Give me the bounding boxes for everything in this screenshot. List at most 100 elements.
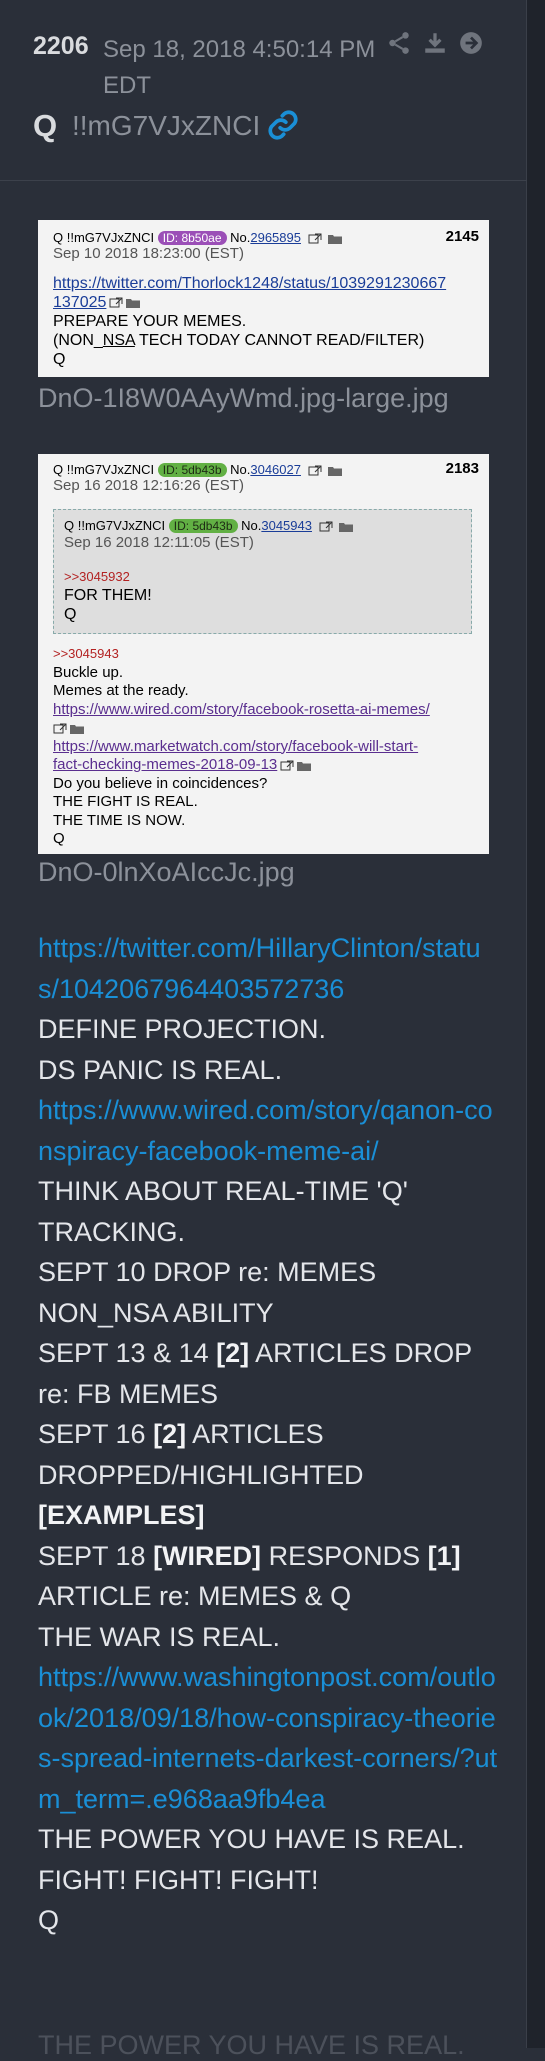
washingtonpost-link[interactable]: https://www.washingtonpost.com/outlook/2… — [38, 1657, 498, 1819]
body-text: (NON_ — [53, 332, 103, 349]
folder-icon[interactable] — [70, 723, 84, 734]
tweet-link[interactable]: https://twitter.com/Thorlock1248/status/… — [53, 275, 446, 292]
meta-name: Q — [64, 518, 75, 533]
arrow-right-circle-icon[interactable] — [458, 30, 484, 56]
body-line: NON_NSA ABILITY — [38, 1297, 274, 1328]
tweet-link-cont[interactable]: 137025 — [53, 294, 106, 311]
wired-link[interactable]: https://www.wired.com/story/facebook-ros… — [53, 701, 430, 718]
body-line: DEFINE PROJECTION. — [38, 1014, 327, 1044]
post-meta: Q !!mG7VJxZNCI ID: 8b50ae No.2965895 — [53, 230, 343, 245]
post-body: >>3045943 Buckle up. Memes at the ready.… — [53, 645, 483, 849]
post-date: Sep 16 2018 12:16:26 (EST) — [53, 477, 244, 494]
share-icon[interactable] — [386, 30, 412, 56]
post-body-main: https://twitter.com/HillaryClinton/statu… — [38, 928, 498, 1941]
body-text: SEPT 18 — [38, 1540, 154, 1571]
signature: Q — [64, 606, 77, 623]
external-link-icon[interactable] — [308, 233, 322, 244]
body-line: SEPT 13 & 14 [2] ARTICLES DROP re: FB ME… — [38, 1333, 498, 1414]
post-body: https://twitter.com/Thorlock1248/status/… — [53, 274, 483, 369]
body-text: ARTICLE re: MEMES & Q — [38, 1581, 352, 1611]
folder-icon[interactable] — [339, 521, 354, 533]
twitter-link[interactable]: https://twitter.com/HillaryClinton/statu… — [38, 928, 498, 1009]
folder-icon[interactable] — [328, 465, 343, 477]
reply-reference[interactable]: >>3045932 — [64, 567, 152, 586]
body-text: NSA — [102, 332, 135, 349]
body-line-cutoff: THE POWER YOU HAVE IS REAL. — [38, 2030, 465, 2060]
bold-text: [WIRED] — [153, 1540, 262, 1571]
quoted-post-image-1[interactable]: Q !!mG7VJxZNCI ID: 8b50ae No.2965895 214… — [38, 220, 489, 377]
bold-text: [2] — [153, 1419, 187, 1449]
external-link-icon[interactable] — [280, 760, 294, 771]
post-no-link[interactable]: 3045943 — [261, 518, 312, 533]
body-text: SEPT 16 — [38, 1419, 154, 1449]
body-line: SEPT 18 [WIRED] RESPONDS [1] ARTICLE re:… — [38, 1536, 498, 1617]
body-line: PREPARE YOUR MEMES. — [53, 313, 247, 330]
bold-text: [EXAMPLES] — [38, 1500, 205, 1530]
reply-meta: Q !!mG7VJxZNCI ID: 5db43b No.3045943 — [64, 518, 354, 533]
folder-icon[interactable] — [297, 760, 312, 771]
external-link-icon[interactable] — [308, 465, 322, 476]
author-name: Q — [33, 108, 58, 143]
reply-date: Sep 16 2018 12:11:05 (EST) — [64, 534, 254, 551]
post-date-line1: Sep 18, 2018 4:50:14 PM — [103, 36, 376, 63]
reply-body: >>3045932 FOR THEM! Q — [64, 567, 152, 624]
image-filename[interactable]: DnO-1I8W0AAyWmd.jpg-large.jpg — [38, 383, 449, 414]
post-count: 2183 — [445, 460, 479, 477]
post-no-prefix: No. — [230, 462, 251, 477]
body-line: Do you believe in coincidences? — [53, 774, 268, 792]
download-icon[interactable] — [422, 30, 448, 56]
image-filename[interactable]: DnO-0lnXoAIccJc.jpg — [38, 857, 295, 888]
marketwatch-link-cont[interactable]: fact-checking-memes-2018-09-13 — [53, 756, 277, 773]
body-line: SEPT 16 [2] ARTICLES DROPPED/HIGHLIGHTED… — [38, 1414, 498, 1536]
body-line: SEPT 10 DROP re: MEMES — [38, 1257, 377, 1287]
external-link-icon[interactable] — [53, 723, 67, 734]
post-date-line2: EDT — [103, 72, 151, 99]
post-no-prefix: No. — [241, 518, 262, 533]
scrollbar[interactable] — [526, 0, 545, 2048]
meta-name: Q — [53, 462, 64, 477]
post-number: 2206 — [33, 32, 89, 60]
body-line: THE TIME IS NOW. — [53, 811, 186, 829]
body-line: THE POWER YOU HAVE IS REAL. — [38, 1824, 465, 1854]
meta-trip: !!mG7VJxZNCI — [66, 230, 155, 245]
post-timestamp: Sep 18, 2018 4:50:14 PM EDT — [103, 32, 393, 104]
link-icon[interactable] — [266, 108, 300, 142]
quoted-reply: Q !!mG7VJxZNCI ID: 5db43b No.3045943 Sep… — [53, 509, 472, 634]
post-actions — [386, 30, 484, 56]
folder-icon[interactable] — [328, 233, 343, 245]
body-line: Buckle up. — [53, 663, 124, 681]
bold-text: [1] — [427, 1540, 461, 1571]
post-no-link[interactable]: 2965895 — [250, 230, 301, 245]
external-link-icon[interactable] — [109, 297, 123, 308]
post-count: 2145 — [445, 228, 479, 245]
post-date: Sep 10 2018 18:23:00 (EST) — [53, 245, 244, 262]
meta-trip: !!mG7VJxZNCI — [77, 518, 166, 533]
folder-icon[interactable] — [126, 297, 141, 309]
body-line: (NON_NSA TECH TODAY CANNOT READ/FILTER) — [53, 331, 483, 350]
meta-trip: !!mG7VJxZNCI — [66, 462, 155, 477]
post-header: 2206 Sep 18, 2018 4:50:14 PM EDT Q !!mG7… — [0, 0, 527, 181]
id-badge: ID: 8b50ae — [157, 231, 227, 245]
body-line: Memes at the ready. — [53, 682, 189, 699]
body-text: SEPT 13 & 14 — [38, 1338, 217, 1368]
wired-link[interactable]: https://www.wired.com/story/qanon-conspi… — [38, 1090, 498, 1171]
signature: Q — [53, 351, 66, 368]
post-no-link[interactable]: 3046027 — [250, 462, 301, 477]
quoted-post-image-2[interactable]: Q !!mG7VJxZNCI ID: 5db43b No.3046027 218… — [38, 454, 489, 854]
body-line: THINK ABOUT REAL-TIME 'Q' TRACKING. — [38, 1176, 408, 1247]
id-badge: ID: 5db43b — [168, 519, 238, 533]
author-tripcode: !!mG7VJxZNCI — [72, 110, 261, 141]
bold-text: [2] — [216, 1338, 250, 1368]
post-meta: Q !!mG7VJxZNCI ID: 5db43b No.3046027 — [53, 462, 343, 477]
body-text: TECH TODAY CANNOT READ/FILTER) — [134, 332, 425, 349]
body-text: RESPONDS — [261, 1540, 428, 1571]
body-line: THE FIGHT IS REAL. — [53, 793, 198, 810]
reply-reference[interactable]: >>3045943 — [53, 645, 483, 664]
marketwatch-link[interactable]: https://www.marketwatch.com/story/facebo… — [53, 738, 418, 755]
signature: Q — [38, 1905, 60, 1935]
body-line: FIGHT! FIGHT! FIGHT! — [38, 1864, 319, 1895]
signature: Q — [53, 830, 65, 847]
external-link-icon[interactable] — [319, 521, 333, 532]
body-line: THE WAR IS REAL. — [38, 1621, 281, 1652]
id-badge: ID: 5db43b — [157, 463, 227, 477]
